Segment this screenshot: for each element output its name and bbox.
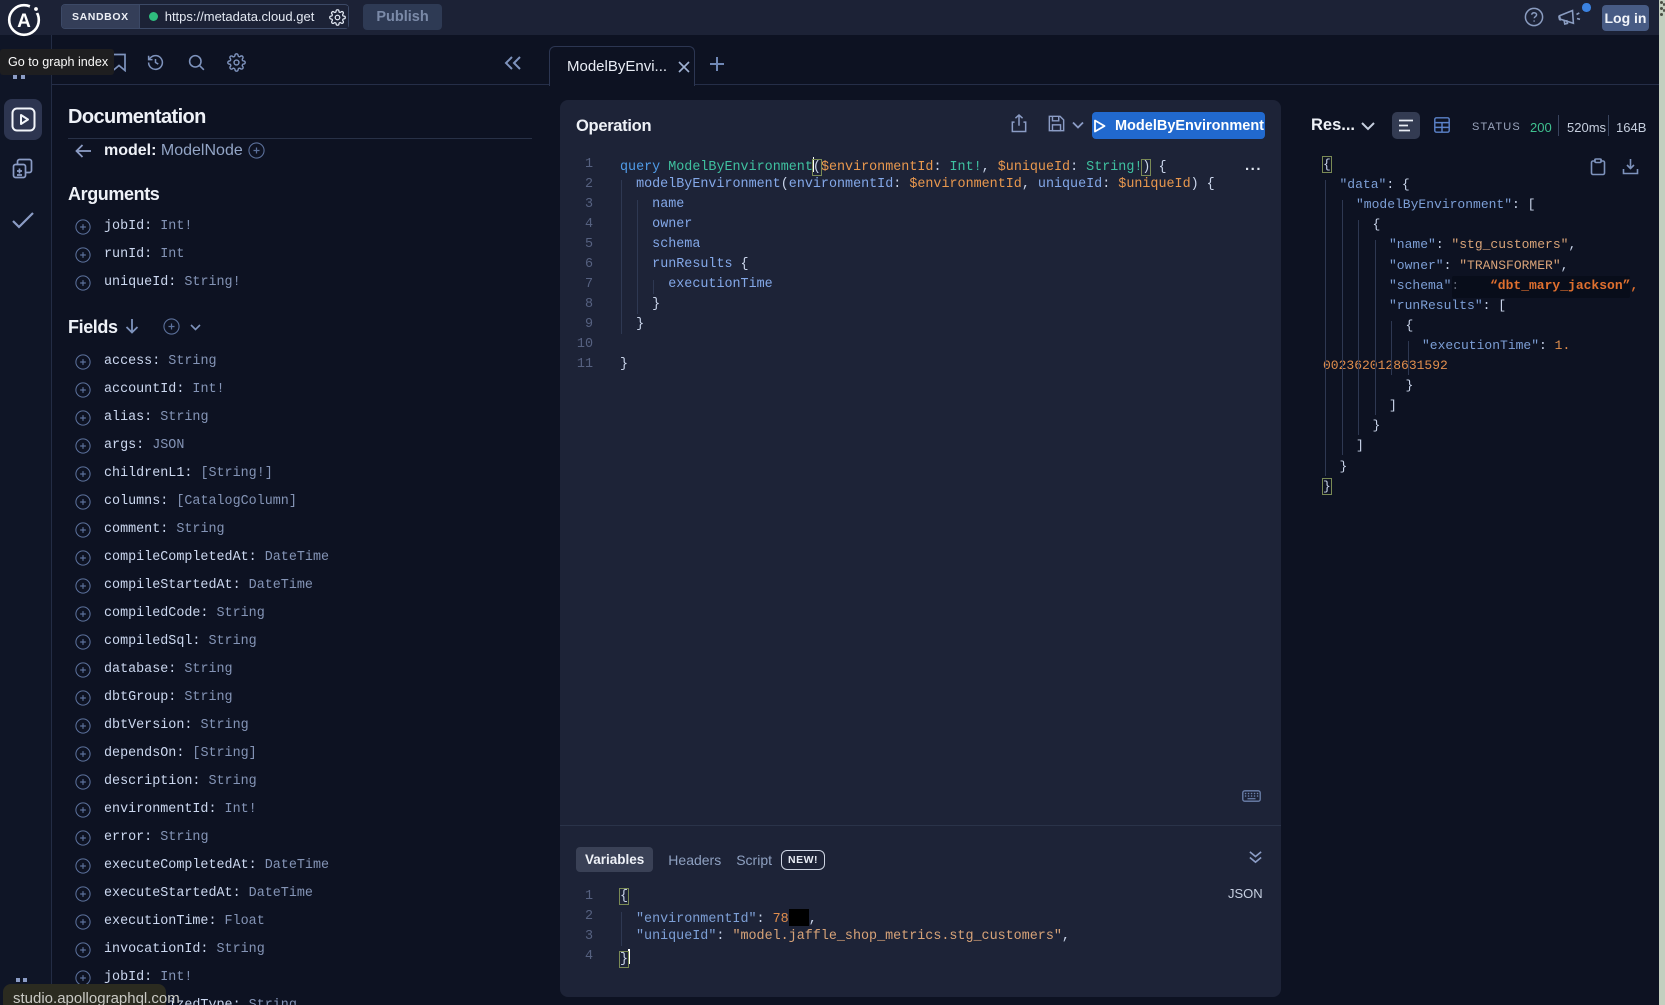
svg-text:A: A [17,11,31,32]
